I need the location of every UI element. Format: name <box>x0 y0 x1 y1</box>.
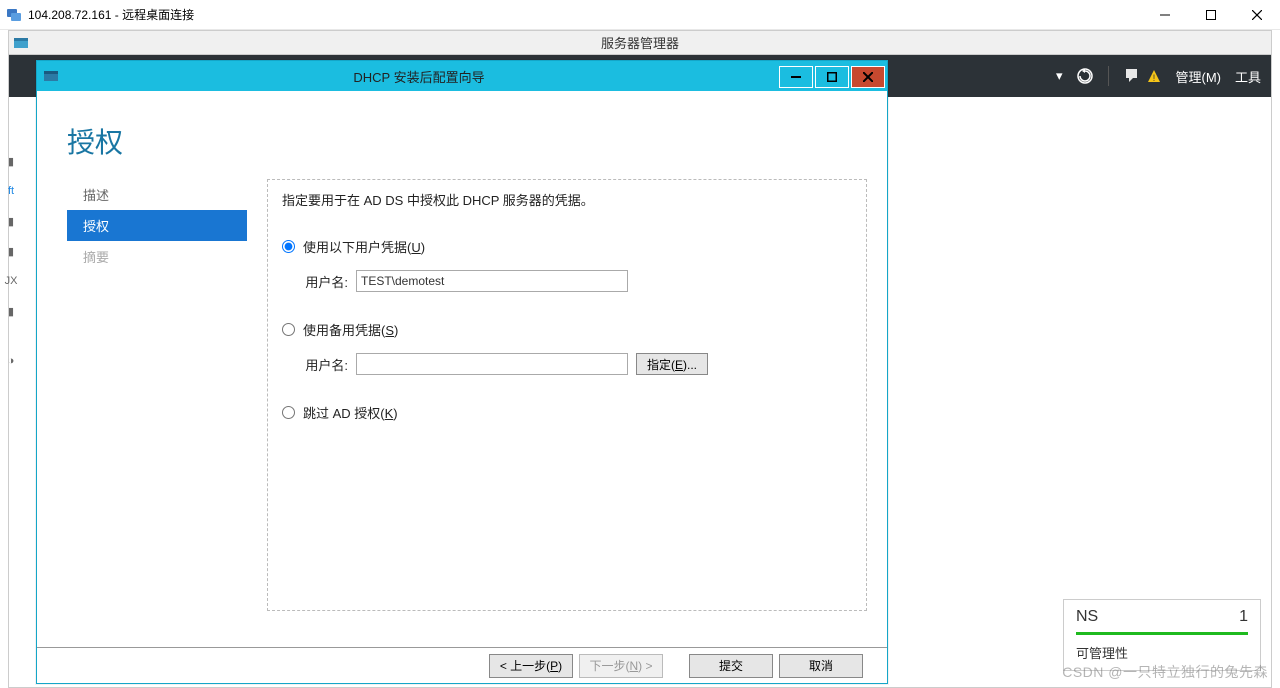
alternate-username-input[interactable] <box>356 353 628 375</box>
current-username-input <box>356 270 628 292</box>
alternate-username-row: 用户名: 指定(E)... <box>302 353 852 375</box>
notifications-button[interactable]: ! <box>1123 66 1161 86</box>
wizard-heading: 授权 <box>67 121 867 161</box>
commit-button[interactable]: 提交 <box>689 654 773 678</box>
dhcp-wizard: DHCP 安装后配置向导 授权 描述 授权 摘要 指定要用于在 AD DS 中授… <box>36 60 888 684</box>
role-count: 1 <box>1239 608 1248 626</box>
minimize-button[interactable] <box>1142 0 1188 30</box>
wizard-nav: 描述 授权 摘要 <box>67 179 247 611</box>
status-bar <box>1076 632 1248 635</box>
wizard-close-button[interactable] <box>851 66 885 88</box>
wizard-body: 授权 描述 授权 摘要 指定要用于在 AD DS 中授权此 DHCP 服务器的凭… <box>37 91 887 647</box>
role-tile: NS 1 可管理性 <box>1063 599 1261 671</box>
rdp-title: 104.208.72.161 - 远程桌面连接 <box>28 6 194 23</box>
toolbar-divider <box>1108 66 1109 86</box>
wizard-titlebar[interactable]: DHCP 安装后配置向导 <box>37 61 887 91</box>
nav-authorize[interactable]: 授权 <box>67 210 247 241</box>
nav-summary[interactable]: 摘要 <box>67 241 247 272</box>
current-username-row: 用户名: <box>302 270 852 292</box>
wizard-minimize-button[interactable] <box>779 66 813 88</box>
option-use-alternate-credentials[interactable]: 使用备用凭据(S) <box>282 320 852 339</box>
rdp-window-controls <box>1142 0 1280 30</box>
next-button: 下一步(N) > <box>579 654 663 678</box>
left-icon-strip: ▮ ft ▮ ▮ JX ▮ ◑ <box>0 86 22 686</box>
server-manager-title: 服务器管理器 <box>601 33 679 52</box>
maximize-button[interactable] <box>1188 0 1234 30</box>
wizard-maximize-button[interactable] <box>815 66 849 88</box>
radio-current-credentials[interactable] <box>282 240 295 253</box>
server-manager-titlebar: 服务器管理器 <box>9 31 1271 55</box>
server-manager-icon <box>13 35 29 51</box>
prev-button[interactable]: < 上一步(P) <box>489 654 573 678</box>
rdp-icon <box>6 7 22 23</box>
wizard-footer: < 上一步(P) 下一步(N) > 提交 取消 <box>37 647 887 683</box>
manage-menu[interactable]: 管理(M) <box>1175 67 1221 86</box>
wizard-title: DHCP 安装后配置向导 <box>59 67 779 86</box>
wizard-description: 指定要用于在 AD DS 中授权此 DHCP 服务器的凭据。 <box>282 190 852 209</box>
radio-alternate-credentials[interactable] <box>282 323 295 336</box>
opt1-label: 使用以下用户凭据(U) <box>303 237 425 256</box>
refresh-button[interactable] <box>1076 67 1094 85</box>
close-button[interactable] <box>1234 0 1280 30</box>
rdp-titlebar: 104.208.72.161 - 远程桌面连接 <box>0 0 1280 30</box>
wizard-main: 指定要用于在 AD DS 中授权此 DHCP 服务器的凭据。 使用以下用户凭据(… <box>267 179 867 611</box>
wizard-icon <box>43 68 59 84</box>
radio-skip-authorization[interactable] <box>282 406 295 419</box>
toolbar-dropdown[interactable]: ▾ <box>1056 68 1063 84</box>
nav-description[interactable]: 描述 <box>67 179 247 210</box>
username-label-1: 用户名: <box>302 272 348 291</box>
manageability-label: 可管理性 <box>1076 643 1248 662</box>
opt3-label: 跳过 AD 授权(K) <box>303 403 398 422</box>
svg-text:!: ! <box>1153 73 1156 83</box>
option-skip-ad-authorization[interactable]: 跳过 AD 授权(K) <box>282 403 852 422</box>
specify-button[interactable]: 指定(E)... <box>636 353 708 375</box>
tools-menu[interactable]: 工具 <box>1235 67 1261 86</box>
opt2-label: 使用备用凭据(S) <box>303 320 398 339</box>
username-label-2: 用户名: <box>302 355 348 374</box>
wizard-controls <box>779 64 887 88</box>
cancel-button[interactable]: 取消 <box>779 654 863 678</box>
role-label: NS <box>1076 608 1098 626</box>
warning-icon: ! <box>1147 69 1161 83</box>
option-use-current-credentials[interactable]: 使用以下用户凭据(U) <box>282 237 852 256</box>
